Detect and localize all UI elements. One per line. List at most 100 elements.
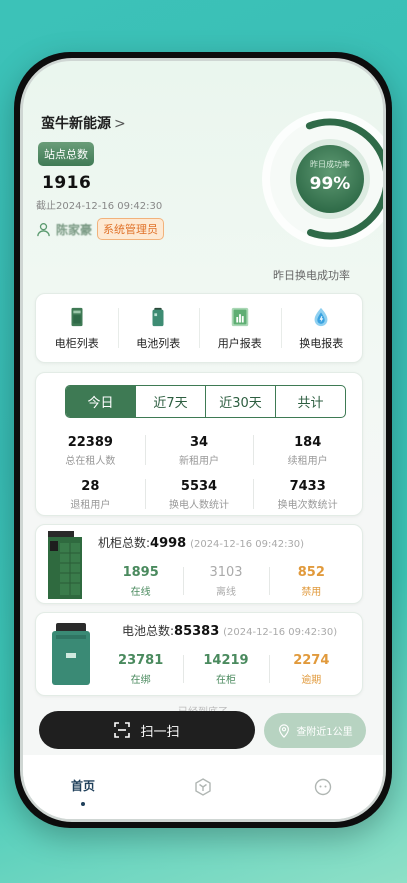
stat-value: 34 — [189, 435, 209, 450]
tab-7-days[interactable]: 近7天 — [135, 386, 205, 417]
tab-home[interactable]: 首页 — [23, 755, 143, 819]
nearby-label: 查附近1公里 — [296, 727, 353, 738]
cabinet-summary-card[interactable]: 机柜总数:4998 (2024-12-16 09:42:30) 1895 在线 … — [35, 524, 363, 604]
tab-today[interactable]: 今日 — [66, 386, 135, 417]
menu-cabinet-list[interactable]: 电柜列表 — [36, 294, 118, 362]
stat-total-renters: 22389 总在租人数 — [36, 429, 145, 473]
stat-label: 换电人数统计 — [169, 500, 229, 511]
cabinet-offline-label: 离线 — [215, 587, 236, 598]
stat-value: 22389 — [67, 435, 113, 450]
phone-frame: 蛮牛新能源 > 站点总数 1916 截止2024-12-16 09:42:30 陈… — [14, 52, 392, 828]
battery-image — [52, 623, 90, 685]
battery-timestamp: (2024-12-16 09:42:30) — [223, 627, 338, 638]
stat-swap-count: 7433 换电次数统计 — [253, 473, 362, 517]
role-badge: 系统管理员 — [97, 218, 165, 240]
tab-total[interactable]: 共计 — [275, 386, 345, 417]
stats-grid: 22389 总在租人数 34 新租用户 184 续租用户 28 退租用户 553… — [36, 429, 362, 517]
cabinet-disabled-label: 禁用 — [301, 587, 322, 598]
battery-in-cabinet-label: 在柜 — [215, 675, 236, 686]
stat-value: 184 — [294, 435, 322, 450]
gauge-value: 99% — [310, 174, 351, 194]
stat-value: 5534 — [180, 479, 218, 494]
battery-total-value: 85383 — [174, 624, 220, 639]
stat-label: 续租用户 — [287, 456, 328, 467]
hexagon-icon — [195, 778, 211, 796]
app-screen: 蛮牛新能源 > 站点总数 1916 截止2024-12-16 09:42:30 陈… — [23, 61, 383, 819]
stat-label: 新租用户 — [179, 456, 219, 467]
cabinet-icon — [71, 307, 83, 326]
stat-returned-renters: 28 退租用户 — [36, 473, 145, 517]
user-info: 陈家豪 系统管理员 — [36, 218, 165, 240]
cabinet-offline-value: 3103 — [209, 565, 243, 580]
cabinet-total: 机柜总数:4998 (2024-12-16 09:42:30) — [98, 534, 304, 551]
tab-profile[interactable] — [263, 755, 383, 819]
face-icon — [314, 778, 332, 796]
stat-value: 7433 — [289, 479, 326, 494]
battery-icon — [152, 307, 164, 326]
battery-in-cabinet: 14219 在柜 — [183, 653, 268, 686]
cabinet-total-label: 机柜总数: — [98, 536, 151, 550]
stat-label: 换电次数统计 — [277, 500, 338, 511]
success-rate-gauge: 昨日成功率 99% — [254, 103, 383, 263]
cabinet-status-row: 1895 在线 3103 离线 852 禁用 — [98, 565, 354, 598]
gauge-label: 昨日成功率 — [310, 159, 350, 169]
location-pin-icon — [279, 723, 290, 738]
stat-label: 退租用户 — [70, 500, 111, 511]
menu-label: 用户报表 — [217, 336, 262, 350]
cabinet-image — [48, 531, 82, 599]
period-tabs: 今日 近7天 近30天 共计 — [65, 385, 346, 418]
as-of-timestamp: 截止2024-12-16 09:42:30 — [36, 201, 163, 212]
brand-name: 蛮牛新能源 — [41, 116, 111, 132]
battery-bound-value: 23781 — [118, 653, 164, 668]
battery-overdue-value: 2274 — [293, 653, 330, 668]
stats-row: 28 退租用户 5534 换电人数统计 7433 换电次数统计 — [36, 473, 362, 517]
stat-renewal-renters: 184 续租用户 — [253, 429, 362, 473]
menu-swap-report[interactable]: 换电报表 — [280, 294, 363, 362]
scan-icon — [114, 722, 131, 738]
battery-bound-label: 在绑 — [130, 675, 151, 686]
scan-label: 扫一扫 — [140, 724, 180, 740]
cabinet-total-value: 4998 — [150, 536, 187, 551]
menu-label: 电池列表 — [136, 336, 181, 350]
nearby-button[interactable]: 查附近1公里 — [264, 713, 366, 748]
user-icon — [37, 222, 50, 236]
menu-user-report[interactable]: 用户报表 — [199, 294, 281, 362]
stat-swap-users: 5534 换电人数统计 — [144, 473, 254, 517]
chevron-right-icon: > — [114, 116, 126, 132]
menu-label: 电柜列表 — [54, 336, 99, 350]
stat-value: 28 — [81, 479, 100, 494]
brand-link[interactable]: 蛮牛新能源 > — [41, 113, 126, 133]
quick-menu: 电柜列表 电池列表 用户报表 换电报表 — [35, 293, 363, 363]
cabinet-timestamp: (2024-12-16 09:42:30) — [190, 539, 305, 550]
user-report-icon — [231, 307, 248, 326]
stat-label: 总在租人数 — [65, 456, 116, 467]
stats-row: 22389 总在租人数 34 新租用户 184 续租用户 — [36, 429, 362, 473]
battery-status-row: 23781 在绑 14219 在柜 2274 逾期 — [98, 653, 354, 686]
site-total-badge: 站点总数 — [38, 142, 94, 166]
rental-stats-card: 今日 近7天 近30天 共计 22389 总在租人数 34 新租用户 184 续… — [35, 372, 363, 516]
tab-home-label: 首页 — [70, 779, 95, 793]
bottom-tab-bar: 首页 — [23, 755, 383, 819]
battery-total: 电池总数:85383 (2024-12-16 09:42:30) — [122, 622, 337, 639]
battery-total-label: 电池总数: — [122, 624, 175, 638]
battery-in-cabinet-value: 14219 — [203, 653, 249, 668]
battery-summary-card[interactable]: 电池总数:85383 (2024-12-16 09:42:30) 23781 在… — [35, 612, 363, 696]
menu-battery-list[interactable]: 电池列表 — [117, 294, 200, 362]
battery-overdue-label: 逾期 — [301, 675, 322, 686]
battery-overdue: 2274 逾期 — [268, 653, 354, 686]
cabinet-online-label: 在线 — [130, 587, 151, 598]
scan-button[interactable]: 扫一扫 — [39, 711, 255, 749]
tab-30-days[interactable]: 近30天 — [205, 386, 275, 417]
cabinet-online-value: 1895 — [122, 565, 159, 580]
phone-bezel: 蛮牛新能源 > 站点总数 1916 截止2024-12-16 09:42:30 陈… — [20, 58, 386, 822]
swap-report-icon — [314, 307, 328, 326]
cabinet-offline: 3103 离线 — [183, 565, 268, 598]
site-total-count: 1916 — [42, 173, 92, 193]
user-name: 陈家豪 — [56, 222, 93, 237]
tab-middle[interactable] — [143, 755, 263, 819]
menu-label: 换电报表 — [299, 336, 344, 350]
stat-new-renters: 34 新租用户 — [144, 429, 254, 473]
cabinet-disabled-value: 852 — [297, 565, 325, 580]
cabinet-disabled: 852 禁用 — [268, 565, 354, 598]
gauge-caption: 昨日换电成功率 — [273, 269, 350, 282]
